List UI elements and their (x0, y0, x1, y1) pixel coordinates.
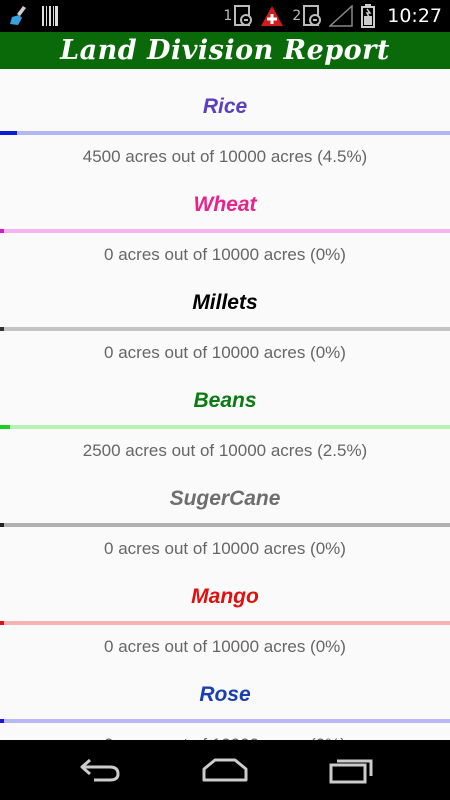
back-icon (80, 758, 120, 782)
progress-bar (0, 327, 450, 331)
crop-name: Beans (193, 389, 257, 412)
page-title: Land Division Report (60, 35, 390, 66)
progress-bar (0, 425, 450, 429)
crop-acreage-text: 2500 acres out of 10000 acres (2.5%) (82, 441, 368, 460)
back-button[interactable] (76, 754, 124, 786)
image-badge-icon (234, 5, 253, 27)
app-bar: Land Division Report (0, 32, 450, 69)
list-item: Rose0 acres out of 10000 acres (0%) (0, 657, 450, 740)
broom-icon (10, 6, 32, 26)
barcode-icon (42, 6, 58, 26)
crop-name: Mango (191, 585, 259, 608)
crop-name: Millets (192, 291, 258, 314)
progress-bar (0, 131, 450, 135)
crop-acreage-text: 4500 acres out of 10000 acres (4.5%) (82, 147, 368, 166)
list-item: Millets 0 acres out of 10000 acres (0%) (0, 265, 450, 363)
home-icon (202, 758, 248, 782)
crop-name: Wheat (193, 193, 257, 216)
progress-bar (0, 621, 450, 625)
navigation-bar (0, 740, 450, 800)
crop-acreage-text: 0 acres out of 10000 acres (0%) (104, 245, 346, 264)
screen: 1 2 10:27 Land Division Report Rice 4500… (0, 0, 450, 800)
progress-bar-fill (0, 719, 4, 723)
status-bar: 1 2 10:27 (0, 0, 450, 32)
notification-count-2: 2 (292, 8, 302, 24)
recents-button[interactable] (327, 754, 375, 786)
progress-bar-fill (0, 327, 4, 331)
crop-list[interactable]: Rice 4500 acres out of 10000 acres (4.5%)… (0, 69, 450, 740)
battery-icon (361, 4, 376, 28)
crop-name: Rose (199, 683, 251, 706)
list-item: Wheat 0 acres out of 10000 acres (0%) (0, 167, 450, 265)
crop-name: Rice (202, 95, 248, 118)
progress-bar-fill (0, 523, 4, 527)
list-item: Beans 2500 acres out of 10000 acres (2.5%… (0, 363, 450, 461)
list-item: SugerCane 0 acres out of 10000 acres (0%) (0, 461, 450, 559)
image-badge-icon (303, 5, 322, 27)
progress-bar (0, 719, 450, 723)
crop-name: SugerCane (169, 487, 281, 510)
crop-acreage-text: 0 acres out of 10000 acres (0%) (104, 539, 346, 558)
progress-bar (0, 229, 450, 233)
clock: 10:27 (387, 5, 442, 27)
list-item: Mango 0 acres out of 10000 acres (0%) (0, 559, 450, 657)
recents-icon (329, 759, 373, 784)
progress-bar-fill (0, 425, 10, 429)
progress-bar-fill (0, 229, 4, 233)
notification-count-1: 1 (223, 8, 233, 24)
swiss-cross-icon (260, 5, 284, 27)
progress-bar-fill (0, 621, 4, 625)
progress-bar (0, 523, 450, 527)
crop-acreage-text: 0 acres out of 10000 acres (0%) (104, 637, 346, 656)
no-signal-icon (329, 5, 353, 27)
crop-acreage-text: 0 acres out of 10000 acres (0%) (104, 343, 346, 362)
list-item: Rice 4500 acres out of 10000 acres (4.5%) (0, 69, 450, 167)
progress-bar-fill (0, 131, 18, 135)
home-button[interactable] (201, 754, 249, 786)
